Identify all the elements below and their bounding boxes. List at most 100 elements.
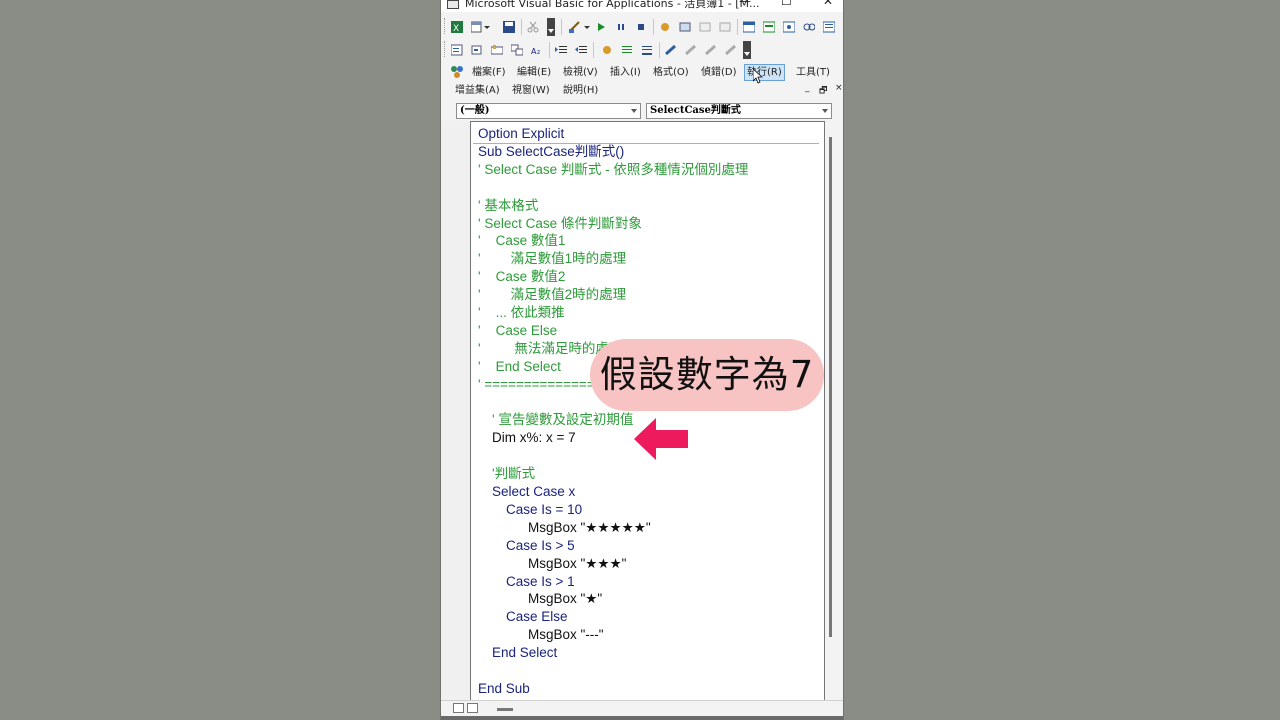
quick-info-icon[interactable] <box>491 44 503 56</box>
horizontal-scrollbar[interactable] <box>441 700 843 717</box>
code-line[interactable]: ' End Select <box>478 358 561 376</box>
code-line[interactable]: '判斷式 <box>492 465 535 483</box>
mouse-cursor-icon <box>753 69 763 84</box>
object-dropdown[interactable]: (一般) <box>456 103 641 119</box>
pause-icon[interactable] <box>615 21 627 33</box>
immediate-window-icon[interactable] <box>763 21 775 33</box>
toolbar-overflow[interactable] <box>743 41 751 59</box>
full-module-view-icon[interactable] <box>467 703 478 713</box>
code-line[interactable]: MsgBox "★★★" <box>528 555 626 573</box>
uncomment-block-icon[interactable] <box>641 44 653 56</box>
code-line[interactable]: ' Select Case 判斷式 - 依照多種情況個別處理 <box>478 161 748 179</box>
code-line[interactable]: Case Is > 5 <box>506 537 575 555</box>
horizontal-scroll-thumb[interactable] <box>497 708 513 711</box>
minimize-icon[interactable]: — <box>739 0 751 8</box>
window-title: Microsoft Visual Basic for Applications … <box>465 0 760 10</box>
parameter-info-icon[interactable] <box>511 44 523 56</box>
design-mode-icon[interactable] <box>569 21 581 33</box>
indent-icon[interactable] <box>555 44 567 56</box>
vertical-scroll-thumb[interactable] <box>829 137 832 637</box>
complete-word-icon[interactable]: Az <box>531 44 543 56</box>
outdent-icon[interactable] <box>575 44 587 56</box>
procedure-view-icon[interactable] <box>453 703 464 713</box>
object-dropdown-value: (一般) <box>460 105 490 116</box>
locals-window-icon[interactable] <box>743 21 755 33</box>
cut-icon[interactable] <box>527 21 539 33</box>
code-line[interactable]: Case Is > 1 <box>506 573 575 591</box>
next-bookmark-icon[interactable] <box>685 44 697 56</box>
toggle-breakpoint-icon[interactable] <box>601 44 613 56</box>
code-line[interactable]: ' 基本格式 <box>478 197 538 215</box>
list-constants-icon[interactable] <box>471 44 483 56</box>
menu-window[interactable]: 視窗(W) <box>509 83 553 98</box>
code-line[interactable]: Option Explicit <box>478 125 564 143</box>
menu-edit[interactable]: 編輯(E) <box>514 65 554 80</box>
chevron-down-icon[interactable] <box>583 21 591 33</box>
standard-toolbar: X <box>441 16 843 38</box>
code-editor[interactable]: Option Explicit Sub SelectCase判斷式() ' Sele… <box>470 121 825 701</box>
list-properties-icon[interactable] <box>451 44 463 56</box>
procedure-dropdown[interactable]: SelectCase判斷式 <box>646 103 832 119</box>
svg-text:z: z <box>537 49 540 56</box>
menu-tools[interactable]: 工具(T) <box>793 65 833 80</box>
menu-view[interactable]: 檢視(V) <box>560 65 601 80</box>
code-line[interactable]: ' Case Else <box>478 322 557 340</box>
menu-insert[interactable]: 插入(I) <box>607 65 644 80</box>
edit-toolbar: Az <box>441 39 843 61</box>
chevron-down-icon <box>631 109 637 113</box>
menu-run[interactable]: 執行(R) <box>744 64 785 81</box>
code-line[interactable]: MsgBox "★★★★★" <box>528 519 651 537</box>
chevron-down-icon[interactable] <box>483 21 491 33</box>
code-line[interactable]: Select Case x <box>492 483 575 501</box>
vertical-scrollbar[interactable] <box>827 121 843 701</box>
clear-bookmarks-icon[interactable] <box>725 44 737 56</box>
chevron-down-icon <box>822 109 828 113</box>
code-line[interactable]: MsgBox "★" <box>528 590 602 608</box>
menu-help[interactable]: 說明(H) <box>560 83 601 98</box>
code-line[interactable]: End Sub <box>478 680 530 698</box>
step-over-icon[interactable] <box>699 21 711 33</box>
code-line[interactable]: ' ... 依此類推 <box>478 304 565 322</box>
mdi-minimize-icon[interactable]: _ <box>805 83 810 93</box>
save-icon[interactable] <box>503 21 515 33</box>
code-line[interactable]: ' Case 數值2 <box>478 268 565 286</box>
left-panel-edge <box>441 121 471 701</box>
stop-icon[interactable] <box>635 21 647 33</box>
run-icon[interactable] <box>595 21 607 33</box>
window-bottom-edge <box>441 716 843 720</box>
step-out-icon[interactable] <box>719 21 731 33</box>
toggle-breakpoint-icon[interactable] <box>659 21 671 33</box>
code-line[interactable]: ' 滿足數值1時的處理 <box>478 250 626 268</box>
toolbar-grip[interactable] <box>444 41 448 57</box>
menu-debug[interactable]: 偵錯(D) <box>698 65 740 80</box>
step-into-icon[interactable] <box>679 21 691 33</box>
code-line[interactable]: Case Is = 10 <box>506 501 582 519</box>
excel-view-icon[interactable]: X <box>451 21 463 33</box>
toolbar-grip[interactable] <box>444 18 448 34</box>
previous-bookmark-icon[interactable] <box>705 44 717 56</box>
watch-window-icon[interactable] <box>783 21 795 33</box>
code-line[interactable]: Sub SelectCase判斷式() <box>478 143 624 161</box>
code-line[interactable]: Dim x%: x = 7 <box>492 429 576 447</box>
menu-file[interactable]: 檔案(F) <box>469 65 509 80</box>
call-stack-icon[interactable] <box>823 21 835 33</box>
quick-watch-icon[interactable] <box>803 21 815 33</box>
code-line[interactable]: ' Case 數值1 <box>478 232 565 250</box>
mdi-restore-icon[interactable]: 🗗 <box>819 83 827 99</box>
maximize-icon[interactable]: ☐ <box>781 0 792 8</box>
toggle-bookmark-icon[interactable] <box>665 44 677 56</box>
code-line[interactable]: End Select <box>492 644 557 662</box>
code-line[interactable]: ' 滿足數值2時的處理 <box>478 286 626 304</box>
menu-addins[interactable]: 增益集(A) <box>452 83 503 98</box>
mdi-close-icon[interactable]: × <box>835 83 843 93</box>
insert-userform-icon[interactable] <box>471 21 483 33</box>
code-line[interactable]: MsgBox "---" <box>528 626 604 644</box>
close-icon[interactable]: ✕ <box>823 0 833 8</box>
menu-format[interactable]: 格式(O) <box>650 65 692 80</box>
code-line[interactable]: Case Else <box>506 608 568 626</box>
toolbar-overflow[interactable] <box>547 18 555 36</box>
code-line[interactable]: ' Select Case 條件判斷對象 <box>478 215 642 233</box>
vba-app-icon <box>447 0 459 9</box>
code-line[interactable]: ' 宣告變數及設定初期值 <box>492 411 633 429</box>
comment-block-icon[interactable] <box>621 44 633 56</box>
